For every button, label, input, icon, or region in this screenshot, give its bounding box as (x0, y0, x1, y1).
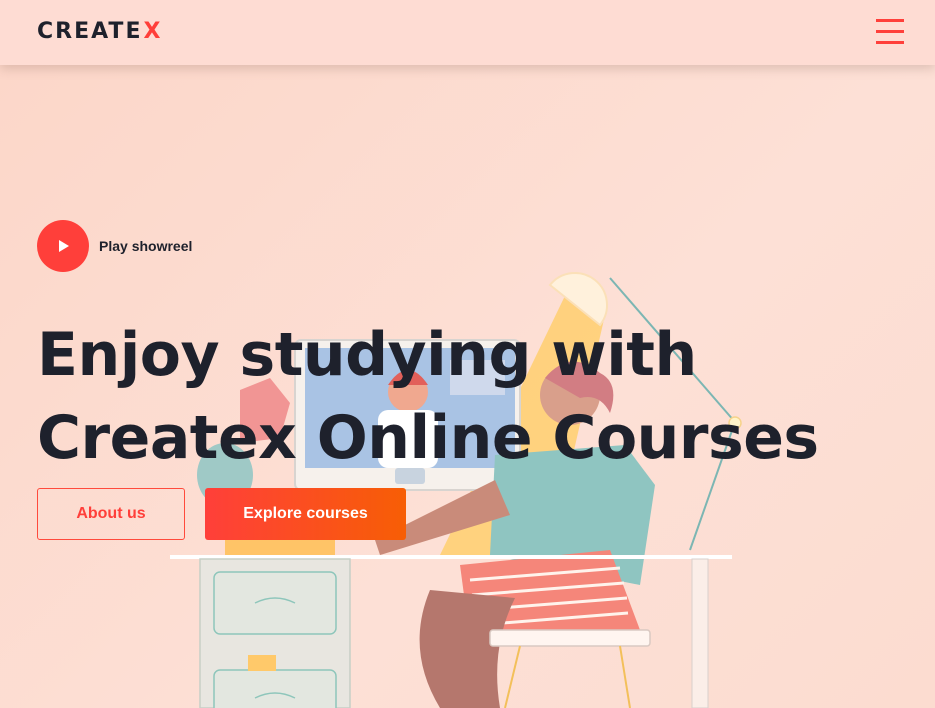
paper-note (248, 655, 276, 671)
logo-text: CREATE (37, 19, 143, 44)
site-header: CREATE X (0, 0, 935, 65)
woman-legs (419, 590, 515, 708)
play-icon (59, 240, 69, 252)
play-showreel[interactable]: Play showreel (37, 220, 192, 272)
chair-leg (504, 645, 521, 708)
explore-courses-button[interactable]: Explore courses (205, 488, 406, 540)
play-showreel-label[interactable]: Play showreel (99, 238, 192, 254)
hero-title-line-2: Createx Online Courses (37, 403, 819, 473)
hero-title-line-1: Enjoy studying with (37, 320, 697, 390)
drawer (213, 669, 337, 708)
chair-leg (619, 645, 631, 708)
drawer (213, 571, 337, 635)
desk-leg (691, 558, 709, 708)
createx-logo[interactable]: CREATE X (37, 19, 162, 45)
about-us-button[interactable]: About us (37, 488, 185, 540)
chair-seat (489, 629, 651, 647)
play-button[interactable] (37, 220, 89, 272)
hamburger-menu-icon[interactable] (874, 19, 905, 47)
hero-title: Enjoy studying with Createx Online Cours… (37, 314, 819, 480)
logo-accent: X (143, 19, 163, 44)
